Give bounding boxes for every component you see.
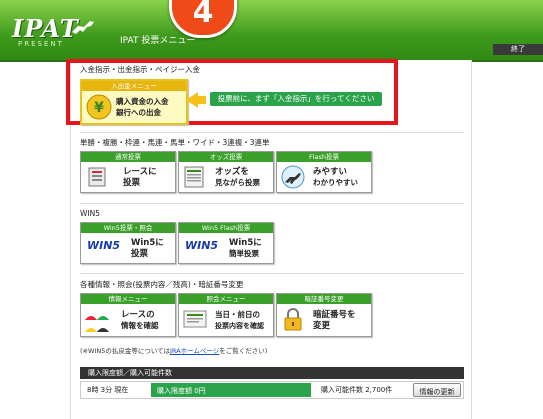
betting-slip-icon [88,167,106,187]
odds-bet-caption: オッズ投票 [179,152,273,162]
inquiry-menu-line1: 当日・前日の [215,310,260,319]
win5-logo: WIN5 [87,239,121,252]
normal-bet-button[interactable]: 通常投票 レースに 投票 [80,151,176,193]
refresh-info-button[interactable]: 情報の更新 [413,383,461,397]
odds-bet-line2: 見ながら投票 [215,178,260,187]
jockey-caps-icon [85,316,109,332]
info-menu-line2: 情報を確認 [121,321,159,330]
logout-button[interactable]: 終了 [493,44,543,55]
logo-subtitle: PRESENT [18,40,64,48]
win5-bet-button[interactable]: Win5投票・照会 WIN5 Win5に 投票 [80,222,176,264]
arrow-left-icon [186,92,198,108]
purchase-limit-amount: 購入限度額 0円 [151,383,311,397]
odds-sheet-icon [184,166,204,188]
inquiry-menu-line2: 投票内容を確認 [215,322,264,330]
divider [80,203,464,204]
svg-text:¥: ¥ [94,100,104,116]
deposit-callout: 投票前に、まず「入金指示」を行ってください [210,92,382,106]
app-header: IPAT PRESENT IPAT 投票メニュー 4 終了 [0,0,543,62]
arrow-stem [198,96,206,104]
padlock-icon [284,308,302,331]
divider [80,132,464,133]
win5-section-title: WIN5 [80,209,101,218]
pin-change-line2: 変更 [313,321,331,331]
flash-bet-line1: みやすい [313,167,348,177]
horse-logo-icon [72,21,94,34]
info-menu-button[interactable]: 情報メニュー レースの 情報を確認 [80,293,176,337]
flash-bet-line2: わかりやすい [313,178,358,187]
info-section-title: 各種情報・照会(投票内容／残高)・暗証番号変更 [80,280,244,289]
menu-title: IPAT 投票メニュー [120,36,196,46]
horse-jockey-icon [281,165,305,189]
info-menu-caption: 情報メニュー [81,294,175,304]
purchase-limit-header: 購入限度額／購入可能件数 [80,367,464,379]
deposit-label-line2: 銀行への出金 [116,108,161,117]
jra-homepage-link[interactable]: JRAホームページ [170,347,219,355]
normal-bet-line1: レースに [123,167,157,177]
win5-bet-caption: Win5投票・照会 [81,223,175,233]
win5-bet-line1: Win5に [131,238,164,248]
inquiry-menu-button[interactable]: 照会メニュー 当日・前日の 投票内容を確認 [178,293,274,337]
pin-change-button[interactable]: 暗証番号変更 暗証番号を 変更 [276,293,372,337]
win5-flash-button[interactable]: Win5 Flash投票 WIN5 Win5に 簡単投票 [178,222,274,264]
purchasable-count: 購入可能件数 2,700件 [321,386,393,394]
inquiry-menu-caption: 照会メニュー [179,294,273,304]
yen-coin-icon: ¥ [86,94,112,120]
deposit-button-caption: 入出金メニュー [82,81,186,91]
note-suffix: をご覧ください) [219,347,268,355]
win5-bet-line2: 投票 [131,249,149,259]
limit-time: 8時 3分 現在 [87,386,129,394]
pin-change-caption: 暗証番号変更 [277,294,371,304]
bet-section-title: 単勝・複勝・枠連・馬連・馬単・ワイド・3連複・3連単 [80,138,270,147]
purchase-limit-row: 8時 3分 現在 購入限度額 0円 購入可能件数 2,700件 情報の更新 [80,381,464,399]
info-menu-line1: レースの [121,310,155,320]
normal-bet-line2: 投票 [123,178,141,188]
receipt-icon [183,310,207,328]
win5-payout-note: (※WIN5の払戻金等についてはJRAホームページをご覧ください) [80,345,267,355]
note-prefix: (※WIN5の払戻金等については [80,347,170,355]
win5-flash-line1: Win5に [229,238,262,248]
flash-bet-caption: Flash投票 [277,152,371,162]
odds-bet-line1: オッズを [215,167,250,177]
ipat-logo: IPAT [12,14,79,43]
normal-bet-caption: 通常投票 [81,152,175,162]
win5-flash-caption: Win5 Flash投票 [179,223,273,233]
odds-bet-button[interactable]: オッズ投票 オッズを 見ながら投票 [178,151,274,193]
deposit-label-line1: 購入資金の入金 [116,97,169,106]
flash-bet-button[interactable]: Flash投票 みやすい わかりやすい [276,151,372,193]
deposit-menu-button[interactable]: 入出金メニュー ¥ 購入資金の入金 銀行への出金 [80,79,188,125]
win5-flash-logo: WIN5 [185,239,219,252]
divider [80,273,464,274]
win5-flash-line2: 簡単投票 [229,249,259,258]
pin-change-line1: 暗証番号を [313,310,356,320]
